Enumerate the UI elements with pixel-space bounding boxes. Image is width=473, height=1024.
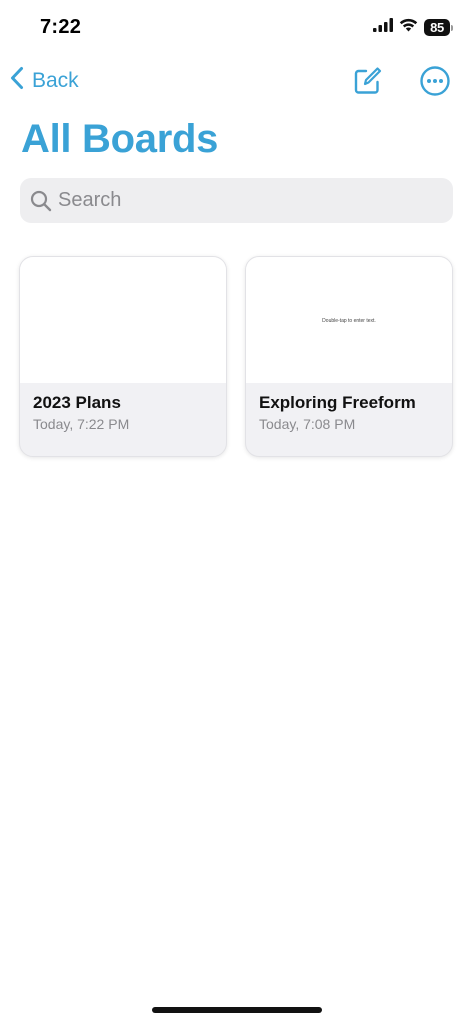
- new-board-button[interactable]: [350, 66, 384, 100]
- search-input[interactable]: [58, 189, 438, 212]
- status-indicators: 85: [373, 18, 453, 37]
- page-title: All Boards: [21, 117, 219, 161]
- cellular-signal-icon: [373, 18, 393, 37]
- thumbnail-text: Double-tap to enter text.: [322, 318, 376, 324]
- board-card[interactable]: Double-tap to enter text. Exploring Free…: [245, 256, 453, 457]
- board-info: Exploring Freeform Today, 7:08 PM: [246, 383, 452, 442]
- board-info: 2023 Plans Today, 7:22 PM: [20, 383, 226, 442]
- search-bar[interactable]: [20, 178, 453, 223]
- back-button[interactable]: Back: [10, 66, 79, 96]
- battery-icon: 85: [424, 19, 450, 36]
- board-title: 2023 Plans: [33, 393, 121, 412]
- board-date: Today, 7:08 PM: [259, 416, 356, 432]
- battery-cap: [451, 24, 453, 31]
- wifi-icon: [399, 18, 418, 37]
- back-label: Back: [32, 69, 79, 92]
- chevron-left-icon: [10, 66, 24, 96]
- status-bar: 7:22 85: [0, 0, 473, 56]
- boards-grid: 2023 Plans Today, 7:22 PM Double-tap to …: [19, 256, 455, 457]
- home-indicator[interactable]: [152, 1007, 322, 1013]
- board-card[interactable]: 2023 Plans Today, 7:22 PM: [19, 256, 227, 457]
- square-and-pencil-icon: [352, 66, 382, 101]
- board-thumbnail: [20, 257, 226, 383]
- status-time: 7:22: [40, 16, 82, 38]
- board-date: Today, 7:22 PM: [33, 416, 130, 432]
- board-title: Exploring Freeform: [259, 393, 416, 412]
- board-thumbnail: Double-tap to enter text.: [246, 257, 452, 383]
- navigation-bar: Back: [0, 62, 473, 106]
- more-options-button[interactable]: [418, 65, 452, 102]
- search-icon: [30, 190, 52, 212]
- ellipsis-circle-icon: [419, 65, 451, 102]
